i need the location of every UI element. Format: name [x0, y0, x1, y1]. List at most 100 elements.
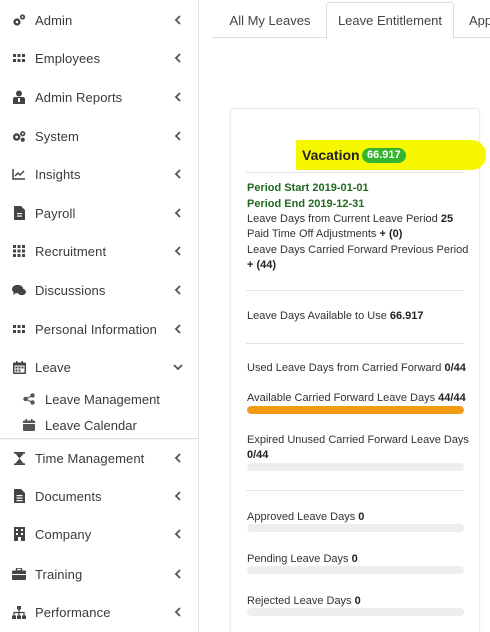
- tab-approvals[interactable]: App: [464, 2, 490, 38]
- sidebar-item-label: Insights: [35, 166, 81, 182]
- sidebar-item-label: Payroll: [35, 205, 76, 221]
- sidebar-item-label: System: [35, 128, 79, 144]
- chevron-left-icon: [174, 53, 181, 63]
- pending-leave-days: Pending Leave Days 0: [247, 552, 358, 566]
- sidebar-item-label: Recruitment: [35, 243, 107, 259]
- approved-value: 0: [358, 511, 365, 523]
- sitemap-icon: [12, 605, 26, 619]
- expired-carried-forward-progress: [247, 463, 464, 471]
- sidebar-item-label: Documents: [35, 488, 102, 504]
- rejected-label: Rejected Leave Days: [247, 595, 355, 607]
- calendar-icon: [12, 360, 26, 374]
- sidebar-item-insights[interactable]: Insights: [0, 155, 198, 193]
- sidebar-subitem-leave-management[interactable]: Leave Management: [0, 387, 198, 411]
- comments-icon: [12, 283, 26, 297]
- days-available-label: Leave Days Available to Use: [247, 310, 390, 322]
- chevron-left-icon: [174, 569, 181, 579]
- sidebar-item-documents[interactable]: Documents: [0, 477, 198, 515]
- carried-forward-previous-value: + (44): [247, 258, 276, 272]
- approved-leave-days: Approved Leave Days 0: [247, 510, 364, 524]
- days-available-value: 66.917: [389, 310, 424, 322]
- sidebar-item-leave[interactable]: Leave: [0, 348, 198, 386]
- file-icon: [12, 206, 26, 220]
- leave-menu-group: Leave Leave Management Leave Calendar: [0, 348, 198, 439]
- avail-cf-value: 44/44: [438, 392, 466, 404]
- sidebar-item-label: Admin Reports: [35, 89, 123, 105]
- chevron-left-icon: [174, 208, 181, 218]
- sidebar-item-label: Personal Information: [35, 321, 157, 337]
- building-icon: [12, 527, 26, 541]
- expired-cf-amount: 0/44: [247, 449, 269, 461]
- current-period-value: 25: [440, 213, 454, 225]
- pto-label: Paid Time Off Adjustments: [247, 228, 380, 240]
- carried-forward-previous-amount: + (44): [247, 259, 277, 271]
- hourglass-icon: [12, 451, 26, 465]
- chevron-left-icon: [174, 169, 181, 179]
- carried-forward-previous-label: Leave Days Carried Forward Previous Peri…: [247, 244, 469, 256]
- sidebar-item-label: Performance: [35, 604, 111, 620]
- sidebar-item-label: Time Management: [35, 450, 145, 466]
- sidebar-item-employees[interactable]: Employees: [0, 39, 198, 77]
- pending-value: 0: [351, 553, 358, 565]
- tab-leave-entitlement[interactable]: Leave Entitlement: [326, 2, 454, 39]
- sidebar-item-payroll[interactable]: Payroll: [0, 194, 198, 232]
- approved-progress: [247, 524, 464, 532]
- pending-progress: [247, 566, 464, 574]
- chevron-left-icon: [174, 453, 181, 463]
- sidebar-item-training[interactable]: Training: [0, 555, 198, 593]
- chevron-left-icon: [174, 92, 181, 102]
- sidebar-item-recruitment[interactable]: Recruitment: [0, 232, 198, 270]
- calendar-icon: [22, 419, 35, 432]
- chevron-left-icon: [174, 529, 181, 539]
- tab-all-my-leaves[interactable]: All My Leaves: [218, 2, 322, 38]
- sidebar-item-system[interactable]: System: [0, 117, 198, 155]
- available-carried-forward-progress: [247, 406, 464, 414]
- leave-type-title: Vacation: [302, 147, 360, 163]
- period-end: Period End 2019-12-31: [247, 198, 365, 210]
- pending-label: Pending Leave Days: [247, 553, 352, 565]
- rejected-leave-days: Rejected Leave Days 0: [247, 594, 361, 608]
- chevron-left-icon: [174, 285, 181, 295]
- sidebar-item-label: Admin: [35, 12, 73, 28]
- sidebar-subitem-label: Leave Calendar: [45, 417, 137, 433]
- progress-fill: [247, 406, 464, 414]
- line-chart-icon: [12, 167, 26, 181]
- sidebar-subitem-leave-calendar[interactable]: Leave Calendar: [0, 413, 198, 437]
- gears-icon: [12, 129, 26, 143]
- rejected-progress: [247, 608, 464, 616]
- current-period-label: Leave Days from Current Leave Period: [247, 213, 441, 225]
- grid-icon: [12, 51, 26, 65]
- sidebar: Admin Employees Admin Reports System Ins…: [0, 0, 199, 632]
- sidebar-item-label: Discussions: [35, 282, 106, 298]
- chevron-left-icon: [174, 607, 181, 617]
- divider: [246, 290, 464, 291]
- balance-badge: 66.917: [362, 148, 406, 163]
- expired-carried-forward-label: Expired Unused Carried Forward Leave Day…: [247, 434, 469, 446]
- sidebar-subitem-label: Leave Management: [45, 391, 160, 407]
- current-period-days: Leave Days from Current Leave Period 25: [247, 212, 453, 226]
- used-cf-value: 0/44: [444, 362, 466, 374]
- pto-adjustments: Paid Time Off Adjustments + (0): [247, 227, 402, 241]
- document-icon: [12, 489, 26, 503]
- briefcase-icon: [12, 567, 26, 581]
- share-icon: [22, 393, 35, 406]
- sidebar-item-discussions[interactable]: Discussions: [0, 271, 198, 309]
- used-cf-label: Used Leave Days from Carried Forward: [247, 362, 445, 374]
- grid-icon: [12, 244, 26, 258]
- chevron-left-icon: [174, 491, 181, 501]
- sidebar-item-time-management[interactable]: Time Management: [0, 439, 198, 477]
- sidebar-item-label: Employees: [35, 50, 101, 66]
- sidebar-item-admin-reports[interactable]: Admin Reports: [0, 78, 198, 116]
- sidebar-item-admin[interactable]: Admin: [0, 1, 198, 39]
- sidebar-item-performance[interactable]: Performance: [0, 593, 198, 631]
- approved-label: Approved Leave Days: [247, 511, 359, 523]
- cogs-icon: [12, 13, 26, 27]
- divider: [246, 490, 464, 491]
- chevron-left-icon: [174, 15, 181, 25]
- sidebar-item-personal-information[interactable]: Personal Information: [0, 310, 198, 348]
- divider: [246, 172, 464, 173]
- rejected-value: 0: [354, 595, 361, 607]
- sidebar-item-company[interactable]: Company: [0, 515, 198, 553]
- chevron-left-icon: [174, 324, 181, 334]
- tab-bar: All My Leaves Leave Entitlement App: [212, 0, 490, 39]
